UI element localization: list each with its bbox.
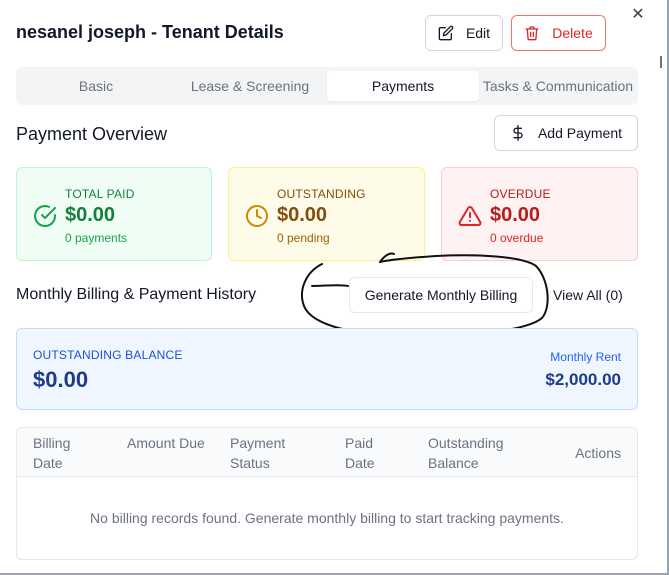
total-paid-label: TOTAL PAID	[65, 187, 135, 201]
trash-icon	[524, 25, 540, 41]
overdue-card: OVERDUE $0.00 0 overdue	[441, 167, 638, 261]
table-header: Billing Date Amount Due Payment Status P…	[17, 428, 637, 477]
outstanding-count: 0 pending	[277, 231, 330, 245]
generate-monthly-billing-button[interactable]: Generate Monthly Billing	[349, 277, 533, 313]
column-header-actions: Actions	[575, 445, 621, 461]
total-paid-count: 0 payments	[65, 231, 128, 245]
payment-overview-heading: Payment Overview	[16, 124, 168, 144]
outstanding-card: OUTSTANDING $0.00 0 pending	[228, 167, 425, 261]
page-title: nesanel joseph - Tenant Details	[16, 22, 284, 42]
overdue-count: 0 overdue	[490, 231, 544, 245]
outstanding-balance-label: OUTSTANDING BALANCE	[33, 348, 183, 362]
pencil-icon	[438, 25, 454, 41]
column-header-billing-date: Billing Date	[33, 435, 71, 471]
clock-icon	[245, 204, 269, 228]
outstanding-balance-panel: OUTSTANDING BALANCE $0.00 Monthly Rent $…	[16, 328, 638, 410]
outstanding-label: OUTSTANDING	[277, 187, 366, 201]
overdue-label: OVERDUE	[490, 187, 551, 201]
dollar-icon	[510, 125, 526, 141]
billing-history-heading: Monthly Billing & Payment History	[16, 286, 257, 303]
monthly-rent-amount: $2,000.00	[545, 370, 621, 389]
billing-table: Billing Date Amount Due Payment Status P…	[16, 427, 638, 560]
tab-basic[interactable]: Basic	[20, 71, 172, 101]
total-paid-amount: $0.00	[65, 204, 116, 226]
column-header-payment-status: Payment Status	[230, 435, 286, 471]
empty-state-message: No billing records found. Generate month…	[90, 510, 564, 526]
column-header-paid-date: Paid Date	[345, 435, 375, 471]
delete-button[interactable]: Delete	[511, 15, 606, 51]
total-paid-card: TOTAL PAID $0.00 0 payments	[16, 167, 212, 261]
monthly-rent-label: Monthly Rent	[550, 350, 621, 364]
tab-payments[interactable]: Payments	[327, 71, 479, 101]
tab-tasks-communication[interactable]: Tasks & Communication	[481, 71, 635, 101]
close-icon[interactable]: ✕	[630, 6, 646, 23]
overdue-amount: $0.00	[490, 204, 541, 226]
outstanding-amount: $0.00	[277, 204, 328, 226]
edit-label: Edit	[465, 25, 491, 41]
scrollbar-thumb[interactable]	[660, 56, 662, 68]
add-payment-label: Add Payment	[537, 125, 623, 141]
delete-label: Delete	[552, 25, 593, 41]
outstanding-balance-amount: $0.00	[33, 367, 89, 392]
view-all-link[interactable]: View All (0)	[553, 287, 623, 303]
column-header-outstanding-balance: Outstanding Balance	[428, 435, 504, 471]
add-payment-button[interactable]: Add Payment	[494, 115, 638, 151]
edit-button[interactable]: Edit	[425, 15, 503, 51]
tab-lease-screening[interactable]: Lease & Screening	[176, 71, 324, 101]
alert-triangle-icon	[458, 204, 482, 228]
tab-list: Basic Lease & Screening Payments Tasks &…	[16, 67, 638, 105]
column-header-amount-due: Amount Due	[127, 435, 205, 451]
check-circle-icon	[33, 204, 57, 228]
